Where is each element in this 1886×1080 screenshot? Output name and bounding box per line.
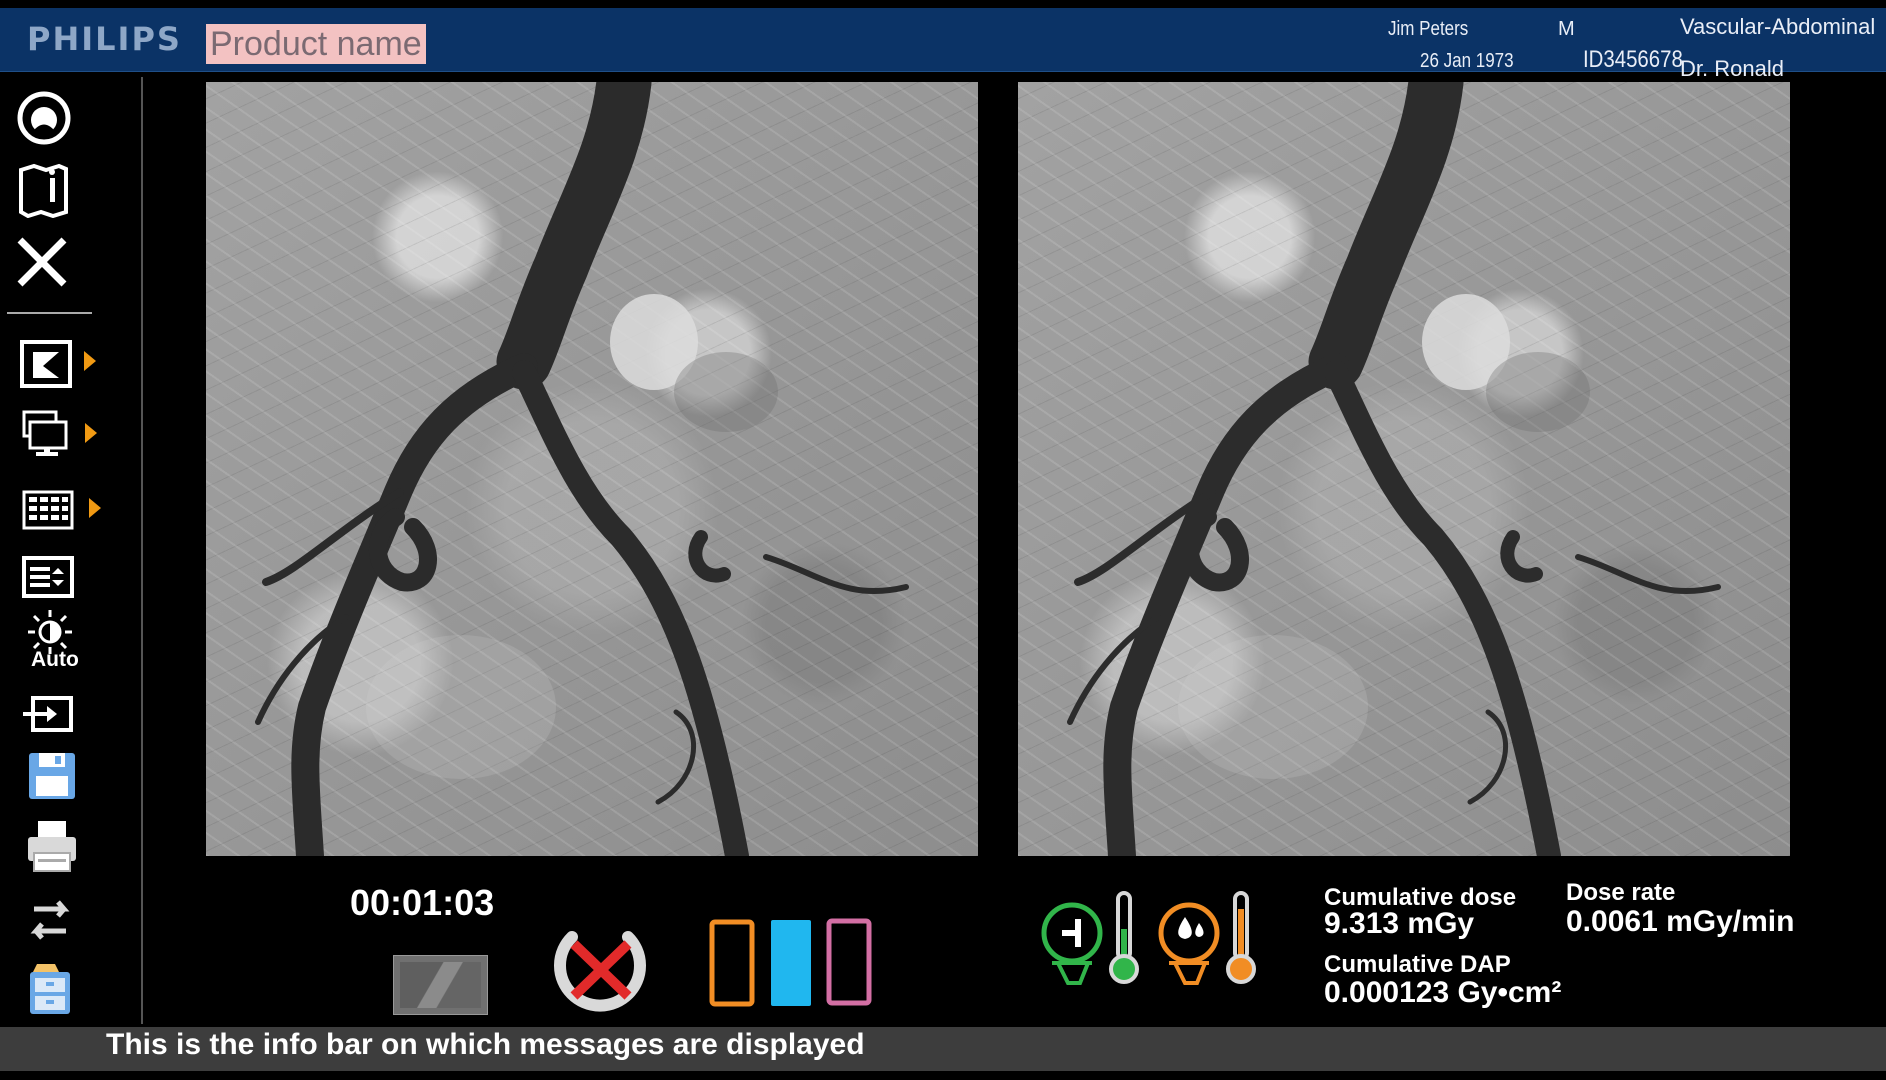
angiography-image-right: [1067, 82, 1721, 856]
transfer-icon[interactable]: [20, 890, 80, 950]
top-bar: PHILIPS Product name Jim Peters 26 Jan 1…: [0, 8, 1886, 81]
dose-rate-label: Dose rate: [1566, 879, 1676, 906]
pink-panel-indicator: [826, 918, 872, 1011]
save-icon[interactable]: [22, 746, 82, 806]
dose-rate-value: 0.0061 mGy/min: [1566, 905, 1795, 938]
physician-name: Dr. Ronald: [1680, 56, 1784, 81]
cumulative-dap-label: Cumulative DAP: [1324, 951, 1511, 978]
print-icon[interactable]: [22, 816, 82, 876]
import-icon[interactable]: [18, 684, 78, 744]
archive-icon[interactable]: [20, 960, 80, 1020]
angiography-image-left: [255, 82, 909, 856]
viewer-icon[interactable]: [16, 335, 76, 395]
orange-panel-indicator: [709, 919, 755, 1012]
patient-id: ID3456678: [1583, 46, 1683, 73]
tube-temperature-green-icon: [1040, 889, 1140, 994]
viewer-submenu-arrow[interactable]: [84, 351, 96, 371]
info-bar-message: This is the info bar on which messages a…: [106, 1028, 865, 1061]
blue-panel-indicator: [771, 920, 811, 1011]
cumulative-dose-value: 9.313 mGy: [1324, 907, 1475, 940]
exam-list-icon[interactable]: [18, 547, 78, 607]
reference-image-viewport[interactable]: [1018, 82, 1790, 856]
close-icon[interactable]: [12, 232, 72, 292]
sidebar-divider: [141, 77, 143, 1024]
table-submenu-arrow[interactable]: [89, 498, 101, 518]
display-monitor-icon[interactable]: [14, 406, 74, 466]
display-submenu-arrow[interactable]: [85, 423, 97, 443]
patient-birth-date: 26 Jan 1973: [1420, 50, 1514, 72]
exam-type: Vascular-Abdominal: [1680, 14, 1876, 39]
patient-info-icon[interactable]: [14, 160, 74, 220]
product-name: Product name: [206, 24, 426, 64]
thumbnail-preview[interactable]: [393, 955, 488, 1015]
system-status-icon[interactable]: [14, 88, 74, 148]
no-tube-error-icon: [552, 922, 650, 1019]
patient-name: Jim Peters: [1388, 18, 1469, 40]
elapsed-time: 00:01:03: [350, 882, 495, 923]
live-image-viewport[interactable]: [206, 82, 978, 856]
table-grid-icon[interactable]: [18, 480, 78, 540]
philips-logo: PHILIPS: [27, 20, 182, 58]
tube-temperature-orange-icon: [1157, 889, 1257, 994]
auto-brightness-label: Auto: [31, 648, 79, 671]
patient-sex: M: [1558, 18, 1575, 40]
sidebar-separator: [7, 312, 92, 314]
cumulative-dap-value: 0.000123 Gy•cm²: [1324, 976, 1562, 1009]
